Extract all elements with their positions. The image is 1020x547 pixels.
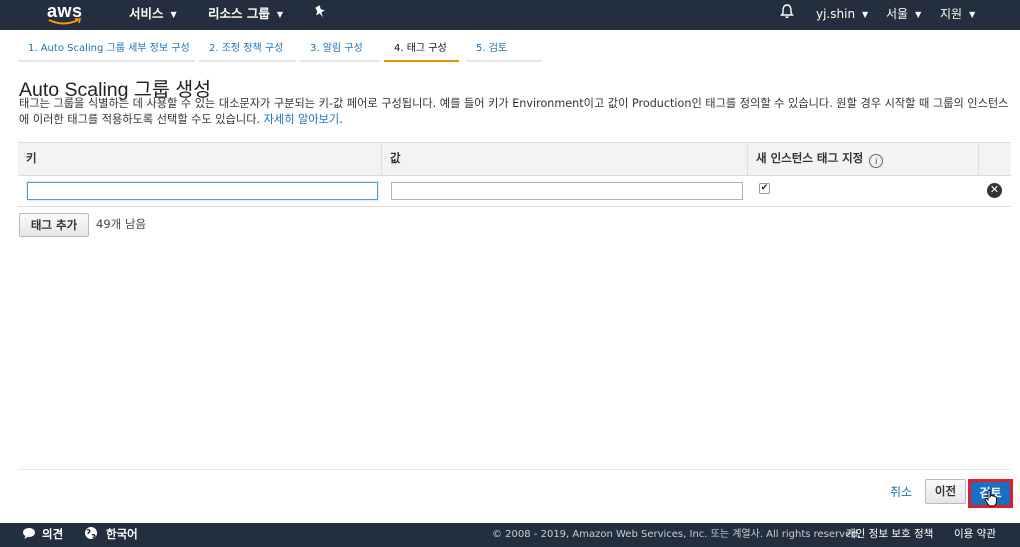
bell-icon[interactable] bbox=[780, 1, 794, 31]
smile-icon bbox=[48, 18, 82, 25]
region-label: 서울 bbox=[886, 7, 909, 21]
add-tag-button[interactable]: 태그 추가 bbox=[19, 213, 89, 237]
speech-bubble-icon bbox=[23, 528, 35, 539]
chevron-down-icon: ▼ bbox=[969, 10, 976, 19]
terms-link[interactable]: 이용 약관 bbox=[954, 523, 996, 547]
chevron-down-icon: ▼ bbox=[915, 10, 922, 19]
copyright-text: © 2008 - 2019, Amazon Web Services, Inc.… bbox=[492, 529, 861, 540]
tags-table-header: 키 값 새 인스턴스 태그 지정 i bbox=[18, 142, 1011, 176]
page-description: 태그는 그룹을 식별하는 데 사용할 수 있는 대소문자가 구분되는 키-값 페… bbox=[19, 96, 1009, 128]
user-name: yj.shin bbox=[816, 7, 856, 21]
description-period: . bbox=[339, 113, 343, 126]
remove-tag-icon[interactable]: ✕ bbox=[987, 183, 1002, 198]
step-2[interactable]: 2. 조정 정책 구성 bbox=[199, 40, 296, 62]
language-selector[interactable]: 한국어 bbox=[84, 523, 138, 547]
column-key: 키 bbox=[26, 151, 37, 165]
feedback-link[interactable]: 의견 bbox=[22, 523, 63, 547]
step-4-current[interactable]: 4. 태그 구성 bbox=[384, 40, 459, 62]
aws-logo[interactable]: aws bbox=[47, 2, 87, 28]
tags-remaining-text: 49개 남음 bbox=[96, 217, 147, 231]
support-menu[interactable]: 지원 ▼ bbox=[940, 0, 975, 30]
top-nav: aws 서비스 ▼ 리소스 그룹 ▼ yj.shin ▼ 서울 ▼ 지원 ▼ bbox=[0, 0, 1020, 30]
hand-cursor-icon bbox=[984, 489, 997, 507]
step-1[interactable]: 1. Auto Scaling 그룹 세부 정보 구성 bbox=[18, 40, 195, 62]
region-menu[interactable]: 서울 ▼ bbox=[886, 0, 921, 30]
footer-bar: 의견 한국어 © 2008 - 2019, Amazon Web Service… bbox=[0, 523, 1020, 547]
column-actions bbox=[978, 143, 1011, 176]
column-value: 값 bbox=[381, 143, 747, 176]
services-menu-label: 서비스 bbox=[129, 6, 164, 21]
chevron-down-icon: ▼ bbox=[276, 10, 284, 19]
privacy-link[interactable]: 개인 정보 보호 정책 bbox=[846, 523, 933, 547]
table-row: ✔ ✕ bbox=[18, 176, 1011, 207]
step-5[interactable]: 5. 검토 bbox=[466, 40, 542, 62]
previous-button[interactable]: 이전 bbox=[925, 479, 966, 504]
description-text: 태그는 그룹을 식별하는 데 사용할 수 있는 대소문자가 구분되는 키-값 페… bbox=[19, 97, 1009, 126]
divider bbox=[18, 469, 1011, 470]
chevron-down-icon: ▼ bbox=[170, 10, 177, 19]
tag-key-input[interactable] bbox=[27, 182, 378, 200]
user-menu[interactable]: yj.shin ▼ bbox=[816, 0, 868, 30]
language-label: 한국어 bbox=[106, 527, 138, 541]
resource-groups-label: 리소스 그룹 bbox=[208, 6, 270, 21]
learn-more-link[interactable]: 자세히 알아보기 bbox=[264, 113, 340, 126]
tag-value-input[interactable] bbox=[391, 182, 743, 200]
feedback-label: 의견 bbox=[42, 527, 64, 541]
tag-new-instances-checkbox[interactable]: ✔ bbox=[759, 183, 770, 194]
globe-icon bbox=[85, 527, 97, 539]
chevron-down-icon: ▼ bbox=[862, 10, 869, 19]
services-menu[interactable]: 서비스 ▼ bbox=[129, 0, 177, 30]
step-3[interactable]: 3. 알림 구성 bbox=[300, 40, 380, 62]
pin-icon[interactable] bbox=[314, 1, 326, 31]
cancel-link[interactable]: 취소 bbox=[890, 483, 912, 500]
resource-groups-menu[interactable]: 리소스 그룹 ▼ bbox=[208, 0, 283, 30]
info-icon[interactable]: i bbox=[869, 154, 884, 168]
column-tag-new-instances: 새 인스턴스 태그 지정 i bbox=[747, 143, 978, 176]
support-label: 지원 bbox=[940, 7, 963, 21]
column-tag-new-instances-label: 새 인스턴스 태그 지정 bbox=[756, 151, 864, 165]
